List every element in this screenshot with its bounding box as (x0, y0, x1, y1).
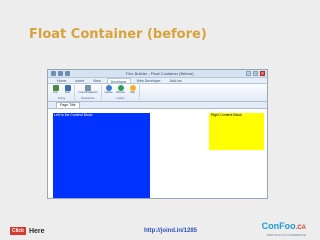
ribbon-group-label: Update (116, 97, 125, 100)
tab-insert[interactable]: Insert (72, 78, 87, 83)
right-region-label: Right Content Block (211, 113, 242, 117)
confoo-logo: ConFoo.CA WEB TECHNO CONFERENCE (261, 221, 306, 238)
quick-access-toolbar (51, 71, 70, 76)
save-icon[interactable] (51, 71, 56, 76)
design-canvas: Left to the Content Block Right Content … (48, 112, 267, 198)
ribbon-group-label: Breakpoints (81, 97, 95, 100)
ribbon-group-breakpoints: Insert Breakpoint Breakpoints (77, 85, 102, 100)
logo-subtitle: WEB TECHNO CONFERENCE (266, 233, 306, 237)
left-content-region[interactable]: Left to the Content Block (53, 113, 150, 198)
logo-main: ConFoo.CA (261, 221, 306, 232)
ribbon-group-label: Debug (57, 97, 66, 100)
tab-developer[interactable]: Developer (106, 78, 131, 84)
right-content-region[interactable]: Right Content Block (209, 113, 264, 150)
window-controls: – □ × (246, 71, 265, 76)
joindin-link[interactable]: http://joind.in/1285 (144, 228, 197, 234)
stop-button[interactable]: Stop (63, 85, 72, 94)
ribbon-group-update: Update Refresh Help Update (104, 85, 140, 100)
tab-add-ins[interactable]: Add-ins (167, 78, 185, 83)
badge-box: Click (10, 227, 26, 235)
left-region-label: Left to the Content Block (54, 113, 93, 117)
run-button[interactable]: Run (51, 85, 60, 94)
window-title: Flex Builder - Float Container (Before) (126, 71, 194, 76)
ribbon: Run Stop Debug Insert Breakpoint Breakpo… (48, 84, 267, 102)
tab-home[interactable]: Home (54, 78, 69, 83)
close-button[interactable]: × (260, 71, 265, 76)
tab-view[interactable]: View (90, 78, 104, 83)
app-screenshot: Flex Builder - Float Container (Before) … (47, 69, 268, 199)
refresh-button[interactable]: Refresh (116, 85, 125, 94)
document-tab[interactable]: Page Title (56, 102, 80, 108)
badge-text: Here (28, 227, 45, 235)
slide-title: Float Container (before) (29, 27, 207, 42)
insert-breakpoint-button[interactable]: Insert Breakpoint (77, 85, 99, 94)
document-tab-bar: Page Title (48, 102, 267, 109)
click-here-badge[interactable]: Click Here (10, 227, 45, 235)
undo-icon[interactable] (58, 71, 63, 76)
redo-icon[interactable] (65, 71, 70, 76)
ribbon-group-debug: Run Stop Debug (51, 85, 75, 100)
minimize-button[interactable]: – (246, 71, 251, 76)
help-button[interactable]: Help (128, 85, 137, 94)
update-button[interactable]: Update (104, 85, 113, 94)
maximize-button[interactable]: □ (253, 71, 258, 76)
logo-suffix: .CA (295, 225, 306, 231)
window-titlebar: Flex Builder - Float Container (Before) … (48, 70, 267, 78)
tab-web-developer[interactable]: Web Developer (134, 78, 164, 83)
